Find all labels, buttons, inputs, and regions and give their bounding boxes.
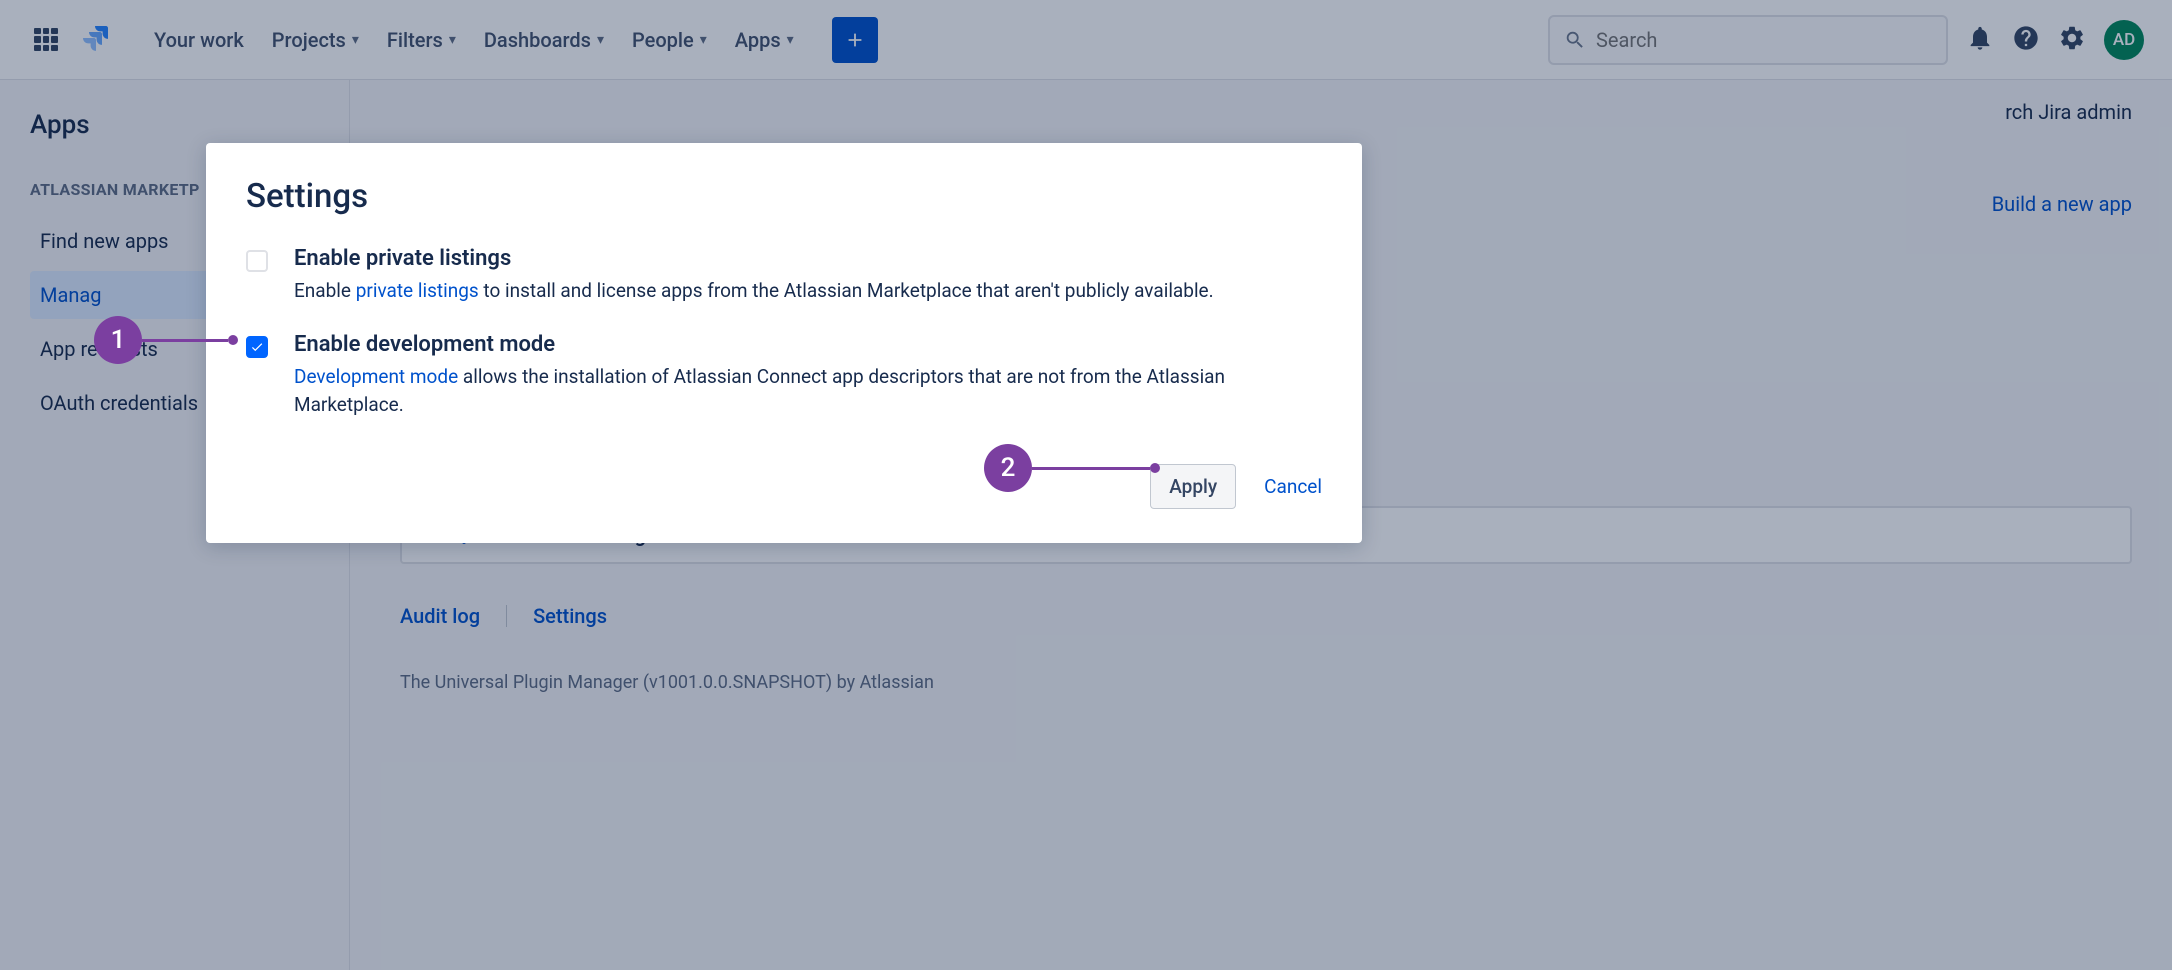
avatar[interactable]: AD (2104, 20, 2144, 60)
setting-private-listings-desc: Enable private listings to install and l… (294, 277, 1214, 306)
setting-dev-mode-heading: Enable development mode (294, 332, 1322, 357)
search-input[interactable] (1596, 28, 1932, 52)
apply-button[interactable]: Apply (1150, 464, 1236, 509)
settings-modal: Settings Enable private listings Enable … (206, 143, 1362, 543)
nav-apps[interactable]: Apps▾ (735, 28, 794, 52)
marker-2-circle: 2 (984, 444, 1032, 492)
top-nav-left: Your work Projects▾ Filters▾ Dashboards▾… (28, 17, 878, 63)
admin-search-hint: rch Jira admin (2005, 100, 2132, 124)
annotation-marker-1: 1 (94, 316, 238, 364)
chevron-down-icon: ▾ (700, 32, 707, 48)
sidebar-title: Apps (30, 110, 329, 140)
checkbox-dev-mode[interactable] (246, 336, 268, 358)
nav-items: Your work Projects▾ Filters▾ Dashboards▾… (154, 28, 794, 52)
marker-1-line (142, 339, 228, 342)
settings-link[interactable]: Settings (533, 604, 607, 628)
nav-people[interactable]: People▾ (632, 28, 707, 52)
search-icon (1564, 29, 1586, 51)
nav-filters[interactable]: Filters▾ (387, 28, 456, 52)
audit-log-link[interactable]: Audit log (400, 604, 480, 628)
setting-dev-mode: Enable development mode Development mode… (246, 332, 1322, 420)
chevron-down-icon: ▾ (787, 32, 794, 48)
app-launcher-icon[interactable] (28, 22, 64, 58)
marker-2-line (1032, 467, 1150, 470)
setting-dev-mode-desc: Development mode allows the installation… (294, 363, 1322, 420)
modal-footer: Apply Cancel (246, 464, 1322, 509)
separator (506, 605, 507, 627)
setting-private-listings-heading: Enable private listings (294, 246, 1214, 271)
notifications-icon[interactable] (1966, 24, 1994, 56)
create-button[interactable] (832, 17, 878, 63)
setting-private-listings: Enable private listings Enable private l… (246, 246, 1322, 306)
marker-1-dot (228, 335, 238, 345)
plus-icon (844, 29, 866, 51)
marker-2-dot (1150, 463, 1160, 473)
cancel-button[interactable]: Cancel (1264, 475, 1322, 498)
nav-dashboards[interactable]: Dashboards▾ (484, 28, 604, 52)
nav-your-work[interactable]: Your work (154, 28, 244, 52)
chevron-down-icon: ▾ (449, 32, 456, 48)
marker-1-circle: 1 (94, 316, 142, 364)
annotation-marker-2: 2 (984, 444, 1160, 492)
bottom-links: Audit log Settings (400, 604, 607, 628)
build-new-app-link[interactable]: Build a new app (1992, 192, 2132, 216)
jira-logo-icon[interactable] (80, 22, 112, 58)
footer-text: The Universal Plugin Manager (v1001.0.0.… (400, 672, 934, 693)
modal-title: Settings (246, 177, 1322, 216)
checkbox-private-listings[interactable] (246, 250, 268, 272)
development-mode-link[interactable]: Development mode (294, 365, 458, 388)
top-nav: Your work Projects▾ Filters▾ Dashboards▾… (0, 0, 2172, 80)
chevron-down-icon: ▾ (597, 32, 604, 48)
private-listings-link[interactable]: private listings (356, 279, 479, 302)
chevron-down-icon: ▾ (352, 32, 359, 48)
settings-icon[interactable] (2058, 24, 2086, 56)
check-icon (250, 340, 264, 354)
search-input-wrapper[interactable] (1548, 15, 1948, 65)
nav-projects[interactable]: Projects▾ (272, 28, 359, 52)
help-icon[interactable] (2012, 24, 2040, 56)
top-nav-right: AD (1548, 15, 2144, 65)
